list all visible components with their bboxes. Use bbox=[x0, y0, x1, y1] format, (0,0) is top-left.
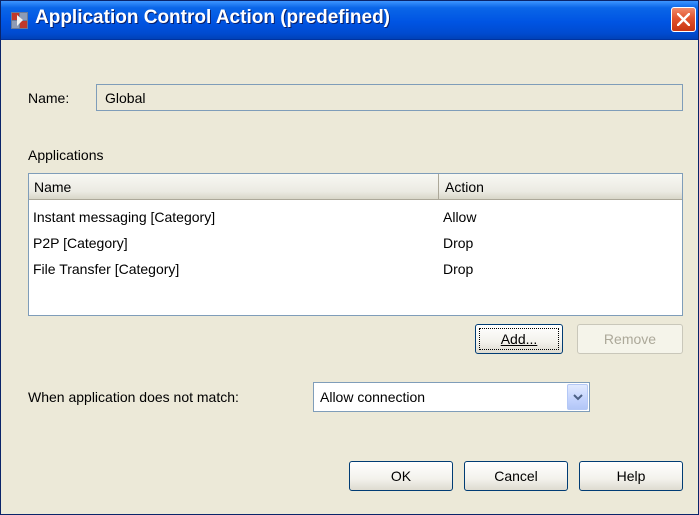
no-match-label: When application does not match: bbox=[28, 389, 239, 405]
cancel-button[interactable]: Cancel bbox=[464, 461, 568, 491]
row-name: File Transfer [Category] bbox=[33, 261, 180, 277]
applications-label: Applications bbox=[28, 147, 104, 163]
no-match-selected-value: Allow connection bbox=[320, 389, 426, 405]
dialog-window: Application Control Action (predefined) … bbox=[0, 0, 699, 515]
name-label: Name: bbox=[28, 90, 70, 106]
row-name: P2P [Category] bbox=[33, 235, 128, 251]
no-match-dropdown[interactable]: Allow connection bbox=[313, 382, 590, 412]
column-header-name[interactable]: Name bbox=[29, 174, 439, 199]
help-button[interactable]: Help bbox=[579, 461, 683, 491]
dropdown-arrow-button[interactable] bbox=[567, 384, 588, 410]
table-row[interactable]: File Transfer [Category] Drop bbox=[29, 256, 682, 282]
table-header: Name Action bbox=[29, 174, 682, 200]
name-field[interactable]: Global bbox=[96, 84, 683, 111]
focus-ring bbox=[479, 328, 559, 350]
close-icon bbox=[677, 13, 690, 26]
table-row[interactable]: P2P [Category] Drop bbox=[29, 230, 682, 256]
close-button[interactable] bbox=[671, 7, 696, 32]
column-header-action[interactable]: Action bbox=[439, 174, 682, 199]
firewall-icon bbox=[11, 12, 28, 29]
remove-button[interactable]: Remove bbox=[577, 324, 683, 354]
ok-button[interactable]: OK bbox=[349, 461, 453, 491]
row-action: Allow bbox=[443, 209, 477, 225]
chevron-down-icon bbox=[573, 394, 583, 401]
applications-table[interactable]: Name Action Instant messaging [Category]… bbox=[28, 173, 683, 316]
row-action: Drop bbox=[443, 261, 474, 277]
table-row[interactable]: Instant messaging [Category] Allow bbox=[29, 204, 682, 230]
title-bar[interactable]: Application Control Action (predefined) bbox=[1, 1, 698, 40]
row-name: Instant messaging [Category] bbox=[33, 209, 216, 225]
window-title: Application Control Action (predefined) bbox=[35, 7, 390, 28]
row-action: Drop bbox=[443, 235, 474, 251]
add-button[interactable]: Add... bbox=[475, 324, 563, 354]
